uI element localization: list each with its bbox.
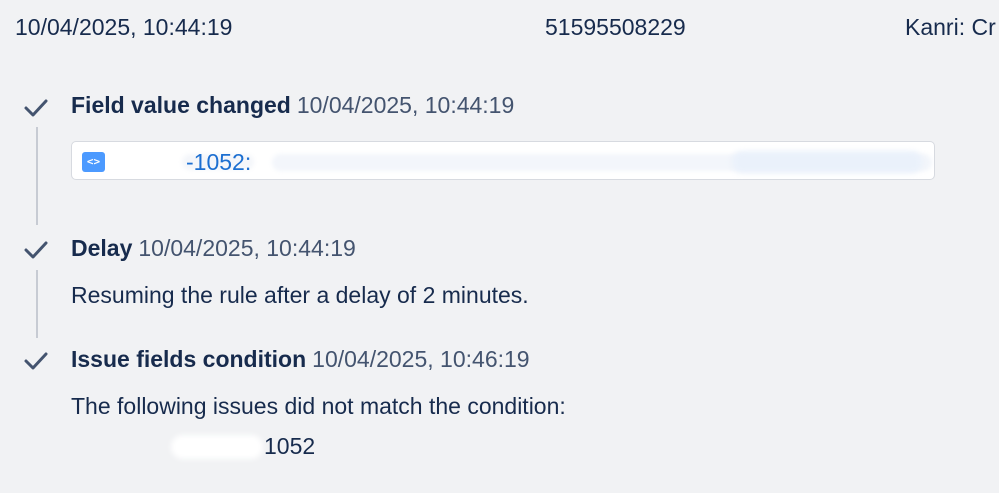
code-icon: <>	[82, 152, 105, 172]
step-name: Field value changed	[71, 92, 291, 118]
step-time: 10/04/2025, 10:46:19	[312, 346, 530, 372]
step-field-value-changed: Field value changed 10/04/2025, 10:44:19	[71, 92, 514, 119]
check-icon	[23, 239, 49, 261]
timeline-connector	[36, 127, 38, 225]
step-name: Delay	[71, 235, 133, 261]
step-name: Issue fields condition	[71, 346, 307, 372]
execution-timeline: Field value changed 10/04/2025, 10:44:19 …	[0, 0, 999, 493]
check-icon	[23, 350, 49, 372]
check-icon	[23, 97, 49, 119]
redacted-issue-prefix	[171, 435, 263, 459]
unmatched-issue-key[interactable]: 1052	[264, 433, 315, 460]
step-time: 10/04/2025, 10:44:19	[296, 92, 515, 118]
step-message: Resuming the rule after a delay of 2 min…	[71, 282, 529, 308]
step-message: The following issues did not match the c…	[71, 393, 566, 419]
redacted-summary-end	[732, 151, 922, 173]
unmatched-issue: 1052	[71, 433, 491, 463]
issue-key-link[interactable]: -1052:	[186, 149, 251, 176]
issue-link-card[interactable]: <> -1052:	[71, 141, 935, 180]
timeline-connector	[36, 270, 38, 338]
step-delay: Delay 10/04/2025, 10:44:19	[71, 235, 356, 262]
step-issue-fields-condition: Issue fields condition 10/04/2025, 10:46:…	[71, 346, 530, 373]
step-time: 10/04/2025, 10:44:19	[138, 235, 356, 261]
